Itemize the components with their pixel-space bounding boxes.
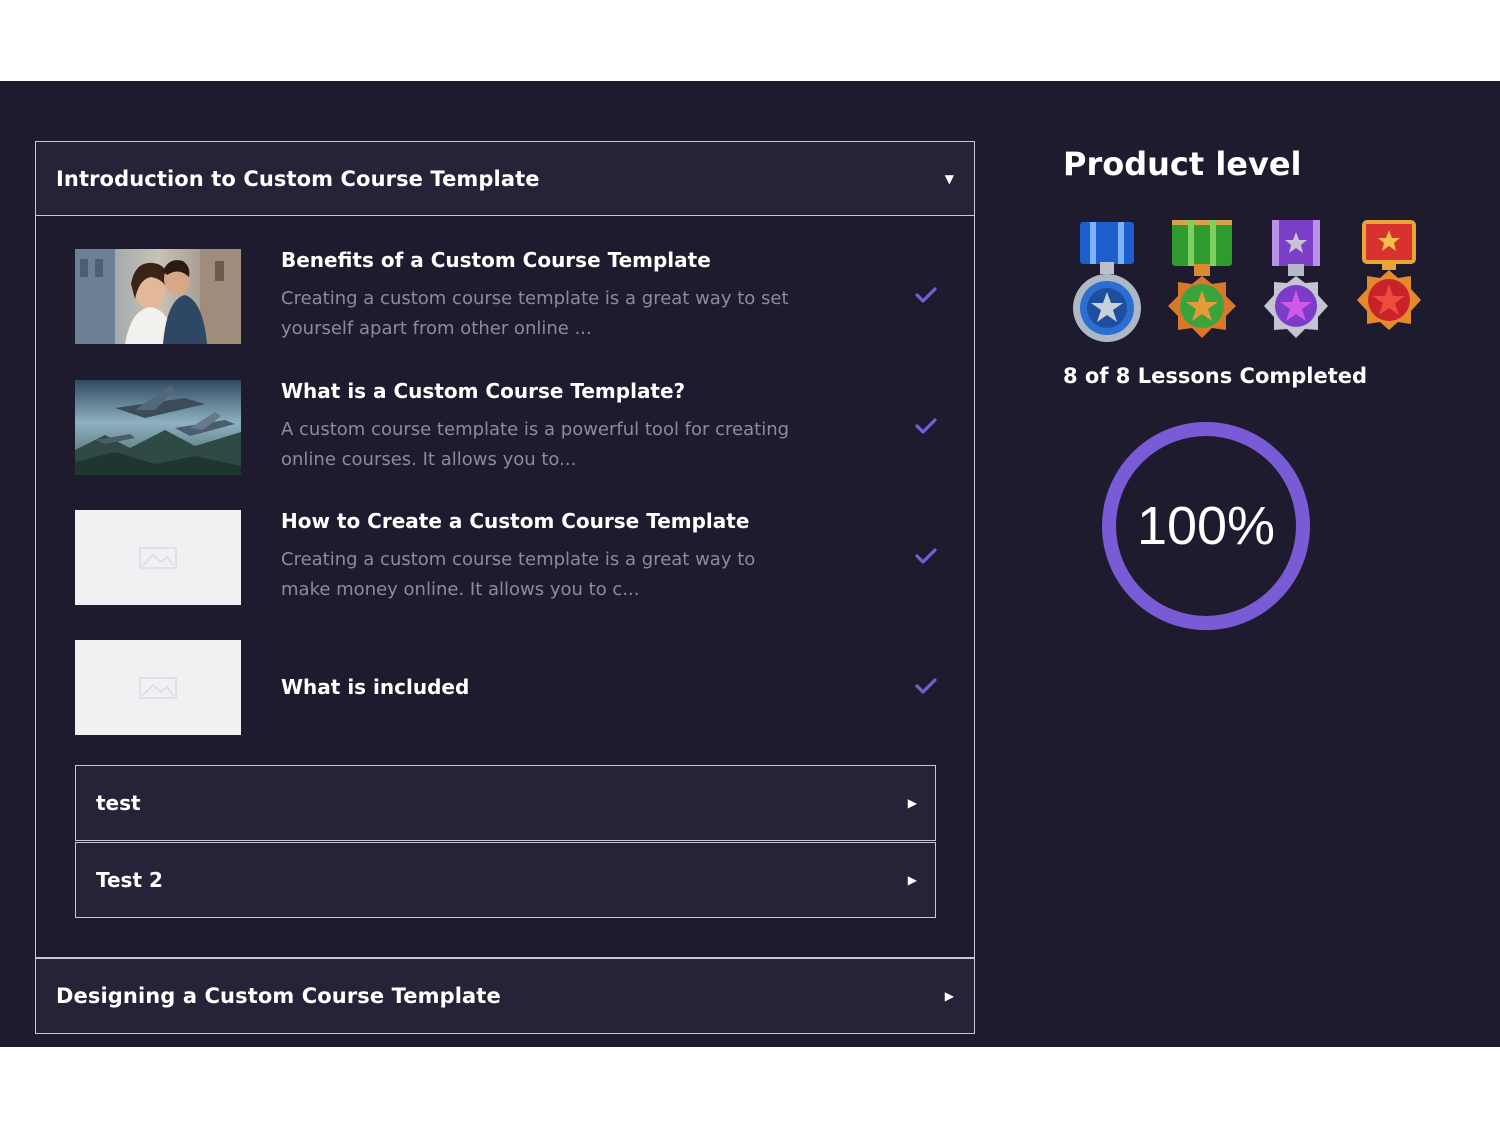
submodule-test-2[interactable]: Test 2 ▶ — [75, 842, 936, 918]
image-placeholder-icon — [75, 509, 241, 605]
lesson-title: Benefits of a Custom Course Template — [281, 248, 711, 272]
submodule-title: test — [96, 791, 141, 815]
lesson-item[interactable]: What is a Custom Course Template? A cust… — [75, 379, 937, 475]
lessons-completed-text: 8 of 8 Lessons Completed — [1063, 364, 1368, 388]
module-introduction: Introduction to Custom Course Template ▼ — [35, 141, 975, 958]
image-placeholder-icon — [75, 639, 241, 735]
lesson-description: A custom course template is a powerful t… — [281, 419, 790, 470]
lesson-title: How to Create a Custom Course Template — [281, 509, 750, 533]
medals-row — [1070, 218, 1421, 348]
lesson-title: What is a Custom Course Template? — [281, 379, 686, 403]
module-title: Introduction to Custom Course Template — [56, 166, 540, 191]
product-level-title: Product level — [1063, 145, 1302, 183]
lesson-thumbnail — [75, 379, 241, 475]
green-medal-icon — [1168, 220, 1236, 338]
lesson-item[interactable]: What is included — [75, 639, 937, 735]
purple-medal-icon — [1264, 220, 1328, 338]
module-title: Designing a Custom Course Template — [56, 984, 501, 1008]
check-icon — [915, 678, 937, 694]
module-designing: Designing a Custom Course Template ▶ — [35, 958, 975, 1034]
lesson-item[interactable]: How to Create a Custom Course Template C… — [75, 509, 937, 605]
lesson-thumbnail — [75, 639, 241, 735]
blue-medal-icon — [1073, 222, 1141, 342]
check-icon — [915, 287, 937, 303]
caret-right-icon: ▶ — [907, 796, 917, 810]
lesson-item[interactable]: Benefits of a Custom Course Template Cre… — [75, 248, 937, 344]
lesson-thumbnail — [75, 248, 241, 344]
red-medal-icon — [1357, 220, 1421, 330]
submodule-test[interactable]: test ▶ — [75, 765, 936, 841]
check-icon — [915, 418, 937, 434]
caret-right-icon: ▶ — [944, 989, 954, 1003]
caret-down-icon: ▼ — [944, 171, 954, 186]
module-header-introduction[interactable]: Introduction to Custom Course Template ▼ — [36, 142, 974, 216]
lesson-thumbnail — [75, 509, 241, 605]
submodule-title: Test 2 — [96, 868, 163, 892]
check-icon — [915, 548, 937, 564]
lesson-description: Creating a custom course template is a g… — [281, 549, 756, 600]
caret-right-icon: ▶ — [907, 873, 917, 887]
lesson-description: Creating a custom course template is a g… — [281, 288, 789, 339]
lesson-title: What is included — [281, 675, 470, 699]
progress-percent: 100% — [1136, 496, 1276, 556]
module-header-designing[interactable]: Designing a Custom Course Template ▶ — [36, 959, 974, 1033]
